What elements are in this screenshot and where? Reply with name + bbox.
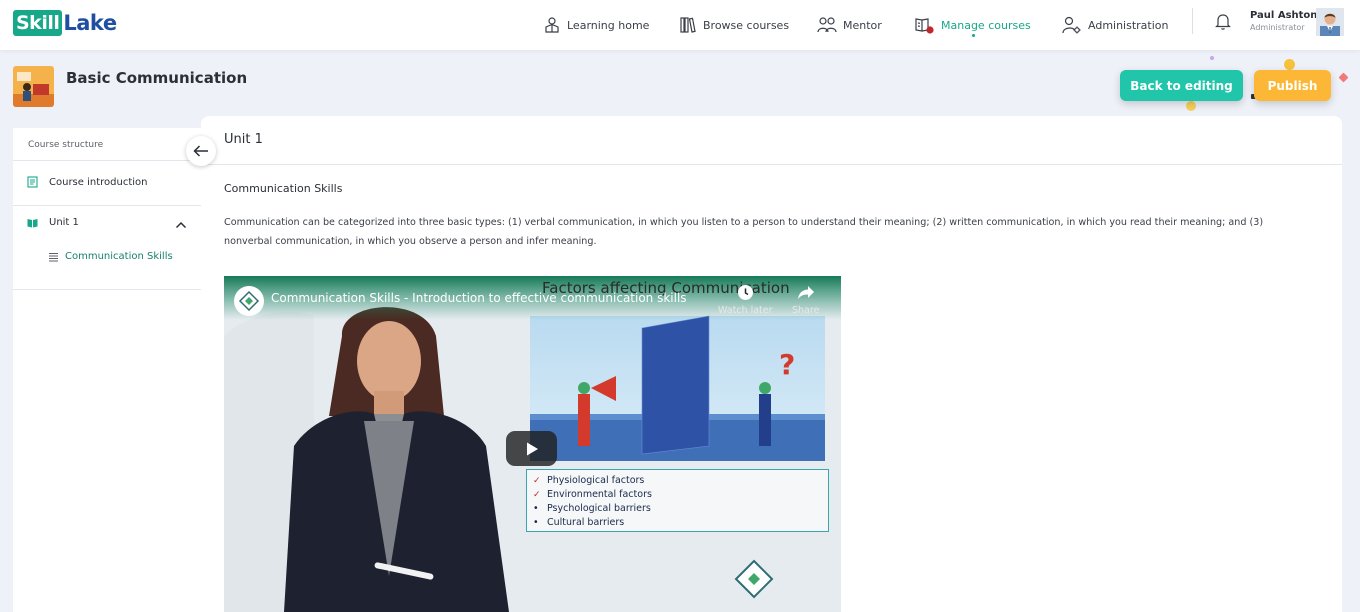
confetti-dot bbox=[1338, 72, 1349, 83]
sidebar-divider bbox=[13, 160, 201, 161]
user-name[interactable]: Paul Ashton bbox=[1250, 10, 1317, 21]
play-icon bbox=[526, 442, 538, 455]
nav-label: Administration bbox=[1088, 18, 1169, 32]
slide-bullet: Psychological barriers bbox=[533, 502, 828, 516]
chevron-up-icon[interactable] bbox=[175, 220, 187, 230]
content-divider bbox=[201, 164, 1342, 165]
slide-bullet: Cultural barriers bbox=[533, 516, 828, 530]
confetti-dot bbox=[1284, 59, 1295, 70]
active-indicator-dot bbox=[972, 34, 976, 37]
slide-bullet-list: Physiological factors Environmental fact… bbox=[526, 469, 829, 532]
watch-later-button[interactable]: Watch later bbox=[718, 284, 773, 316]
admin-gear-icon bbox=[1062, 16, 1081, 34]
channel-logo-icon bbox=[238, 290, 260, 312]
sidebar-item-label: Course introduction bbox=[49, 176, 148, 188]
user-role: Administrator bbox=[1250, 23, 1305, 32]
back-to-editing-button[interactable]: Back to editing bbox=[1120, 70, 1243, 101]
nav-browse-courses[interactable]: Browse courses bbox=[679, 0, 789, 50]
share-button[interactable]: Share bbox=[792, 284, 819, 316]
nav-administration[interactable]: Administration bbox=[1062, 0, 1169, 50]
confetti-dot bbox=[1186, 101, 1196, 111]
nav-mentor[interactable]: Mentor bbox=[817, 0, 882, 50]
sidebar-divider bbox=[13, 289, 201, 290]
slide-bullet: Environmental factors bbox=[533, 488, 828, 502]
nav-label: Browse courses bbox=[703, 18, 790, 32]
sidebar-divider bbox=[13, 205, 201, 206]
unit-title: Unit 1 bbox=[224, 132, 263, 147]
course-thumbnail bbox=[13, 66, 54, 107]
video-title[interactable]: Communication Skills - Introduction to e… bbox=[271, 291, 687, 305]
sidebar-item-course-introduction[interactable]: Course introduction bbox=[27, 176, 147, 188]
mentor-icon bbox=[817, 17, 837, 33]
logo-skill-text: Skill bbox=[13, 10, 63, 36]
share-icon bbox=[797, 286, 814, 299]
section-title: Communication Skills bbox=[224, 182, 343, 195]
sidebar-item-label: Unit 1 bbox=[49, 217, 79, 228]
watch-later-label: Watch later bbox=[718, 305, 773, 316]
sidebar-item-label: Communication Skills bbox=[65, 251, 173, 262]
course-title: Basic Communication bbox=[66, 69, 248, 87]
share-label: Share bbox=[792, 305, 820, 316]
course-structure-sidebar: Course structure Course introduction Uni… bbox=[13, 128, 201, 612]
user-avatar[interactable] bbox=[1316, 8, 1344, 36]
nav-label: Manage courses bbox=[941, 18, 1031, 32]
sidebar-item-unit-1[interactable]: Unit 1 bbox=[27, 217, 79, 228]
play-button[interactable] bbox=[506, 431, 557, 466]
nav-label: Mentor bbox=[843, 18, 882, 32]
nav-manage-courses[interactable]: Manage courses bbox=[914, 0, 1031, 50]
nav-learning-home[interactable]: Learning home bbox=[543, 0, 649, 50]
bell-icon[interactable] bbox=[1215, 12, 1231, 30]
top-navigation-bar: Skill Lake Learning home Browse courses … bbox=[0, 0, 1360, 50]
manage-courses-icon bbox=[915, 18, 934, 34]
book-open-icon bbox=[27, 218, 38, 227]
skilllake-logo[interactable]: Skill Lake bbox=[13, 10, 117, 36]
lesson-content-panel: Unit 1 Communication Skills Communicatio… bbox=[201, 116, 1342, 612]
nav-divider bbox=[1192, 8, 1193, 34]
svg-text:?: ? bbox=[779, 348, 795, 381]
sidebar-item-communication-skills[interactable]: Communication Skills bbox=[48, 251, 173, 262]
arrow-left-icon bbox=[193, 145, 208, 157]
books-icon bbox=[680, 17, 696, 33]
video-player[interactable]: ? Factors affecting Communication Commun… bbox=[224, 276, 841, 612]
collapse-sidebar-button[interactable] bbox=[186, 136, 216, 166]
document-icon bbox=[27, 176, 38, 188]
slide-bullet: Physiological factors bbox=[533, 474, 828, 488]
learning-home-icon bbox=[545, 17, 559, 33]
channel-logo[interactable] bbox=[234, 286, 264, 316]
clock-icon bbox=[737, 285, 753, 300]
lines-icon bbox=[49, 252, 58, 262]
sidebar-heading: Course structure bbox=[28, 140, 104, 150]
nav-label: Learning home bbox=[567, 18, 650, 32]
section-description: Communication can be categorized into th… bbox=[224, 217, 1264, 247]
publish-button[interactable]: Publish bbox=[1254, 70, 1331, 101]
logo-lake-text: Lake bbox=[63, 11, 117, 35]
confetti-dot bbox=[1210, 56, 1214, 60]
